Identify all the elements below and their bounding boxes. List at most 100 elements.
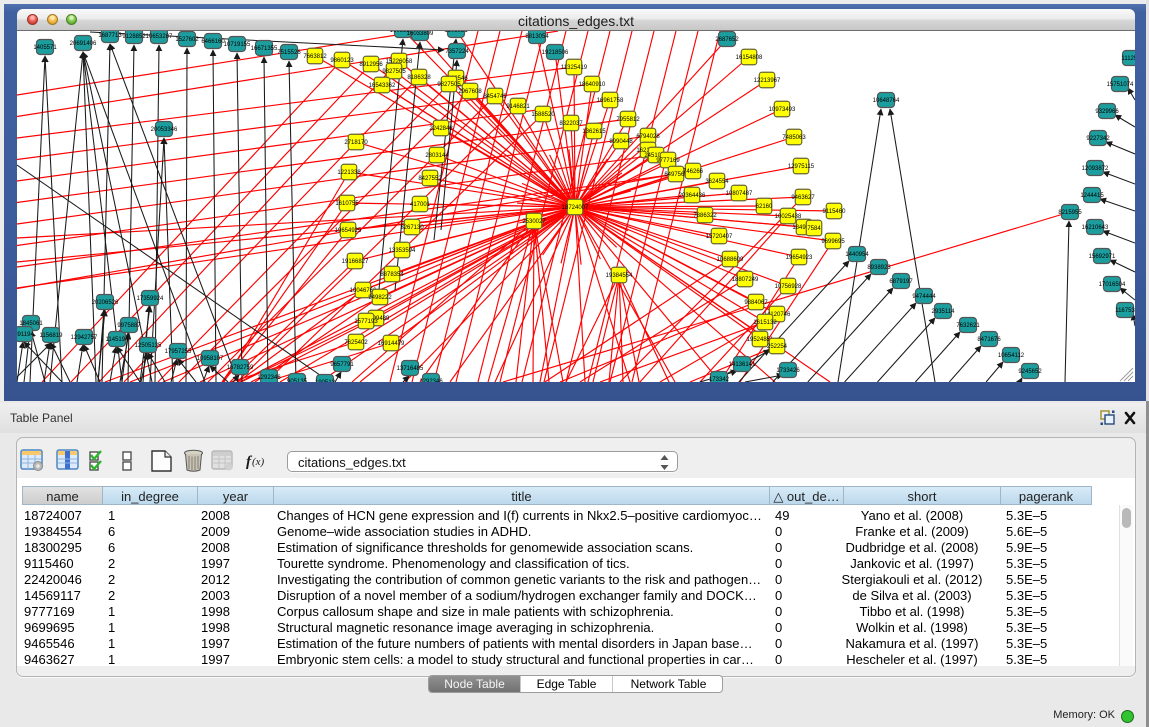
svg-text:2687652: 2687652 [715,37,739,43]
svg-text:1733426: 1733426 [776,368,800,374]
svg-text:9463627: 9463627 [791,195,815,201]
svg-text:18724007: 18724007 [562,205,589,211]
svg-text:13716485: 13716485 [397,366,424,372]
svg-text:7632621: 7632621 [956,323,980,329]
svg-text:20364436: 20364436 [679,193,706,199]
svg-text:1156819: 1156819 [40,333,64,339]
svg-text:10648764: 10648764 [873,98,900,104]
svg-text:7515526: 7515526 [277,50,301,56]
svg-text:391194: 391194 [17,332,34,338]
svg-text:16033809: 16033809 [407,31,434,37]
svg-text:1687713: 1687713 [98,33,122,39]
svg-text:1440954: 1440954 [845,252,869,258]
svg-text:7584: 7584 [807,226,821,232]
svg-text:13353594: 13353594 [389,248,416,254]
svg-text:173342: 173342 [709,377,730,382]
svg-text:18807249: 18807249 [732,277,759,283]
svg-text:6794028: 6794028 [636,134,660,140]
svg-text:1362615: 1362615 [582,129,606,135]
svg-text:7625402: 7625402 [344,340,368,346]
svg-text:9128852: 9128852 [122,34,146,40]
svg-text:8938923: 8938923 [867,265,891,271]
svg-text:19384554: 19384554 [606,273,633,279]
svg-text:11325419: 11325419 [561,65,588,71]
svg-text:19218506: 19218506 [542,50,569,56]
svg-text:2803144: 2803144 [425,153,449,159]
svg-text:8471676: 8471676 [977,337,1001,343]
svg-text:9975887: 9975887 [117,323,141,329]
svg-text:9860123: 9860123 [330,58,354,64]
svg-text:19654923: 19654923 [786,255,813,261]
svg-text:9329966: 9329966 [1095,109,1119,115]
svg-text:10807487: 10807487 [726,191,753,197]
svg-text:10973493: 10973493 [769,107,796,113]
svg-text:10719155: 10719155 [224,42,251,48]
svg-text:10958107: 10958107 [197,356,224,362]
svg-text:10688609: 10688609 [717,257,744,263]
svg-text:16210643: 16210643 [1082,225,1109,231]
svg-text:9657791: 9657791 [330,362,354,368]
svg-text:9498222: 9498222 [368,295,392,301]
svg-text:2935114: 2935114 [932,309,956,315]
svg-text:16154808: 16154808 [736,55,763,61]
svg-text:1610755: 1610755 [335,201,359,207]
svg-text:8912956: 8912956 [359,62,383,68]
svg-text:17957255: 17957255 [165,349,192,355]
svg-text:3624554: 3624554 [705,179,729,185]
svg-text:19654925: 19654925 [335,228,362,234]
svg-text:8813054: 8813054 [525,34,549,40]
svg-text:12975115: 12975115 [788,164,815,170]
svg-text:1615132: 1615132 [753,320,777,326]
svg-text:7886322: 7886322 [693,213,717,219]
svg-text:1303921: 1303921 [444,31,468,34]
svg-text:8990448: 8990448 [609,139,633,145]
svg-text:7955812: 7955812 [616,117,640,123]
svg-text:1221338: 1221338 [337,170,361,176]
svg-text:10654112: 10654112 [998,353,1025,359]
svg-text:16671355: 16671355 [251,46,278,52]
svg-text:16543362: 16543362 [369,83,396,89]
svg-text:62160: 62160 [756,204,773,210]
svg-text:15692971: 15692971 [1089,254,1116,260]
svg-text:6879197: 6879197 [889,279,913,285]
svg-text:1145194: 1145194 [106,337,130,343]
svg-text:116753: 116753 [1115,308,1135,314]
svg-text:8186328: 8186328 [407,75,431,81]
svg-text:12213967: 12213967 [754,78,781,84]
svg-text:(x): (x) [252,456,265,468]
svg-text:1405571: 1405571 [33,45,57,51]
svg-text:1292346: 1292346 [419,379,443,382]
svg-text:9474444: 9474444 [912,294,936,300]
svg-text:746266: 746266 [683,169,704,175]
svg-text:16914479: 16914479 [378,341,405,347]
svg-text:10653287: 10653287 [146,34,173,40]
svg-text:2967608: 2967608 [458,89,482,95]
svg-text:7485063: 7485063 [782,135,806,141]
svg-text:8215955: 8215955 [1058,210,1082,216]
svg-text:111254: 111254 [1121,56,1135,62]
svg-text:8267130: 8267130 [400,225,424,231]
svg-text:9884067: 9884067 [744,300,768,306]
svg-text:12505135: 12505135 [135,343,162,349]
svg-text:1244415: 1244415 [1080,193,1104,199]
svg-text:8878354: 8878354 [380,272,404,278]
svg-text:16961758: 16961758 [597,98,624,104]
svg-text:9827505: 9827505 [437,82,461,88]
svg-text:17016504: 17016504 [1099,282,1126,288]
svg-text:9245652: 9245652 [1018,369,1042,375]
svg-text:20206526: 20206526 [92,300,119,306]
svg-text:252254: 252254 [767,344,788,350]
svg-text:16782759: 16782759 [227,365,254,371]
svg-text:12093872: 12093872 [1082,166,1109,172]
svg-text:9146821: 9146821 [506,104,530,110]
svg-text:190513: 190513 [315,380,336,382]
svg-text:417001: 417001 [410,202,431,208]
svg-text:905135: 905135 [287,379,308,382]
svg-text:10756928: 10756928 [775,284,802,290]
svg-text:1577193: 1577193 [354,319,378,325]
svg-text:14136141: 14136141 [729,362,756,368]
svg-text:8322037: 8322037 [559,121,583,127]
svg-text:12942757: 12942757 [71,335,98,341]
svg-text:9115460: 9115460 [823,209,847,215]
svg-text:2718170: 2718170 [344,140,368,146]
